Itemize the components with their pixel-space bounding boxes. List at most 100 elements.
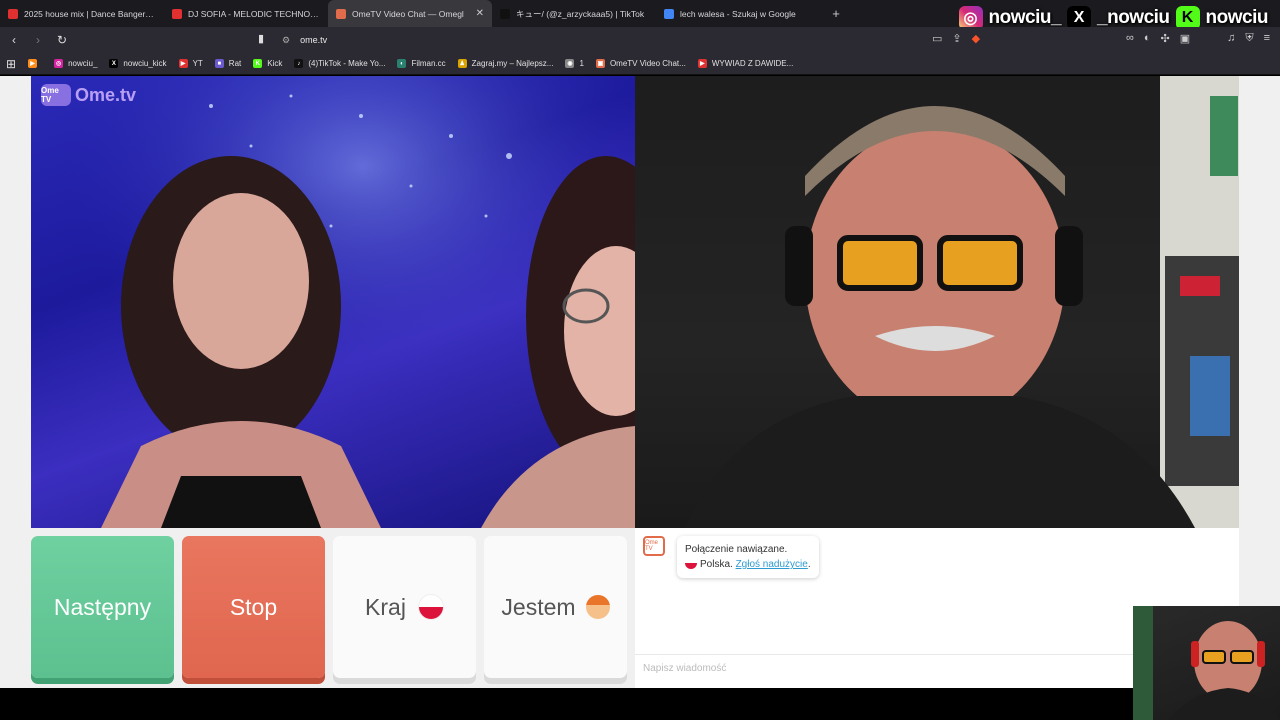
youtube-icon	[8, 8, 18, 19]
bookmark-favicon-icon: ■	[214, 59, 224, 68]
vpn-icon[interactable]: ∞	[1126, 32, 1134, 45]
bookmark-favicon-icon: ▣	[595, 59, 605, 68]
gender-button-label: Jestem	[501, 593, 576, 620]
self-video-scene	[685, 76, 1239, 528]
bookmark-favicon-icon: ◐	[397, 59, 407, 68]
toolbar-right: ♫ ⛨ ≡	[1227, 32, 1270, 45]
report-abuse-link[interactable]: Zgłoś nadużycie	[736, 559, 808, 570]
bookmark-label: Filman.cc	[411, 59, 446, 68]
bookmark-label: OmeTV Video Chat...	[609, 59, 686, 68]
country-line: Polska. Zgłoś nadużycie.	[685, 557, 811, 572]
google-icon	[664, 8, 674, 19]
bookmark-favicon-icon: ◎	[54, 59, 64, 68]
bookmark-favicon-icon: X	[109, 59, 119, 68]
stop-button[interactable]: Stop	[182, 536, 325, 678]
report-end: .	[807, 559, 811, 570]
country-button[interactable]: Kraj	[333, 536, 476, 678]
bookmark-item[interactable]: K Kick	[253, 59, 282, 68]
bookmark-item[interactable]: ♟ Zagraj.my – Najlepsz...	[457, 59, 554, 68]
next-button[interactable]: Następny	[31, 536, 174, 678]
ometv-page: Ome TV Ome.tv Następny Stop Kraj Jestem	[0, 76, 1280, 688]
wallet-icon[interactable]: ◐	[1144, 32, 1151, 45]
back-icon[interactable]: ‹	[4, 33, 24, 47]
shield-icon[interactable]: ⛨	[1245, 32, 1253, 45]
tab-title: キュー/ (@z_arzyckaaa5) | TikTok	[516, 8, 645, 19]
tab[interactable]: 2025 house mix | Dance Bangers - Yo	[0, 0, 164, 27]
bookmark-item[interactable]: ■ Rat	[214, 59, 242, 68]
bookmark-item[interactable]: ♪ (4)TikTok - Make Yo...	[294, 59, 385, 68]
connection-message: Połączenie nawiązane. Polska. Zgłoś nadu…	[677, 536, 819, 578]
x-handle: _nowciu	[1097, 7, 1170, 28]
music-icon[interactable]: ♫	[1227, 32, 1235, 45]
new-tab-button[interactable]: +	[826, 6, 846, 21]
poland-flag-icon	[417, 594, 444, 620]
ometv-logo-text: Ome.tv	[75, 84, 137, 105]
tab-title: OmeTV Video Chat — Omegl	[352, 8, 464, 19]
bookmark-item[interactable]: ▶ YT	[178, 59, 203, 68]
toolbar-extensions: ∞ ◐ ✣ ▣	[1126, 32, 1190, 45]
connected-text: Połączenie nawiązane.	[685, 544, 788, 555]
share-icon[interactable]: ⇪	[952, 32, 961, 45]
bookmark-icon[interactable]: ▮	[258, 32, 264, 45]
poland-flag-icon	[685, 557, 697, 569]
close-tab-icon[interactable]: ✕	[476, 8, 484, 19]
url-actions: ▭ ⇪ ◆	[932, 32, 980, 45]
tab[interactable]: DJ SOFIA - MELODIC TECHNO & FU	[164, 0, 328, 27]
bookmark-item[interactable]: ◐ Filman.cc	[397, 59, 446, 68]
bookmarks-bar: ⊞ ▶ ◎ nowciu_ Xnowciu_kick ▶ YT ■ Rat K Kick ♪ (4)T…	[0, 53, 1280, 75]
bookmark-favicon-icon: ♟	[457, 59, 467, 68]
bookmark-favicon-icon: ▶	[28, 59, 38, 68]
bookmark-favicon-icon: ◉	[565, 59, 575, 68]
tab-title: DJ SOFIA - MELODIC TECHNO & FU	[188, 8, 320, 19]
instagram-handle: nowciu_	[988, 7, 1062, 28]
tab-title: 2025 house mix | Dance Bangers - Yo	[24, 8, 156, 19]
self-video	[635, 76, 1239, 528]
stop-button-label: Stop	[229, 593, 278, 620]
apps-icon[interactable]: ⊞	[6, 57, 16, 71]
menu-icon[interactable]: ≡	[1264, 32, 1270, 45]
bookmark-favicon-icon: ♪	[294, 59, 304, 68]
webcam-overlay-scene	[1133, 606, 1280, 720]
bookmark-label: nowciu_kick	[123, 59, 167, 68]
url-bar[interactable]: ⚙ ome.tv	[282, 31, 982, 49]
bookmark-favicon-icon: ▶	[697, 59, 707, 68]
bookmark-item[interactable]: ▶ WYWIAD Z DAWIDE...	[697, 59, 794, 68]
ometv-logo-icon: Ome TV	[41, 84, 71, 106]
gender-button[interactable]: Jestem	[484, 536, 627, 678]
screen-icon[interactable]: ▭	[932, 32, 942, 45]
bookmark-favicon-icon: K	[253, 59, 263, 68]
bookmark-label: WYWIAD Z DAWIDE...	[711, 59, 794, 68]
address-toolbar: ‹ › ↻ ▮ ⚙ ome.tv ▭ ⇪ ◆ ∞ ◐ ✣ ▣ ♫ ⛨ ≡	[0, 27, 1280, 53]
ometv-logo: Ome TV Ome.tv	[41, 84, 136, 106]
ometv-chat-icon: Ome TV	[643, 536, 665, 556]
webcam-overlay	[1133, 606, 1280, 720]
country-button-label: Kraj	[365, 593, 406, 620]
bookmark-item[interactable]: ▣ OmeTV Video Chat...	[595, 59, 686, 68]
bookmark-label: Kick	[267, 59, 283, 68]
sidebar-icon[interactable]: ▣	[1180, 32, 1190, 45]
next-button-label: Następny	[53, 593, 152, 620]
bookmark-label: Zagraj.my – Najlepsz...	[471, 59, 554, 68]
bookmark-item[interactable]: ◉ 1	[565, 59, 584, 68]
bookmark-label: Rat	[228, 59, 242, 68]
extensions-icon[interactable]: ✣	[1161, 32, 1170, 45]
country-name: Polska.	[700, 559, 733, 570]
boy-emoji-icon	[585, 595, 610, 619]
forward-icon[interactable]: ›	[28, 33, 48, 47]
tiktok-icon	[500, 8, 510, 19]
kick-handle: nowciu	[1205, 7, 1269, 28]
youtube-icon	[172, 8, 182, 19]
site-info-icon[interactable]: ⚙	[282, 35, 290, 46]
tab[interactable]: lech walesa - Szukaj w Google	[656, 0, 820, 27]
tab-active[interactable]: OmeTV Video Chat — Omegl ✕	[328, 0, 492, 27]
bookmark-favicon-icon: ▶	[178, 59, 188, 68]
bookmark-item[interactable]: ▶	[28, 59, 42, 68]
bookmark-label: (4)TikTok - Make Yo...	[308, 59, 386, 68]
tab[interactable]: キュー/ (@z_arzyckaaa5) | TikTok	[492, 0, 656, 27]
tab-title: lech walesa - Szukaj w Google	[680, 8, 796, 19]
brave-shield-icon[interactable]: ◆	[972, 32, 980, 45]
bookmark-item[interactable]: Xnowciu_kick	[109, 59, 167, 68]
reload-icon[interactable]: ↻	[52, 33, 72, 47]
bookmark-item[interactable]: ◎ nowciu_	[54, 59, 97, 68]
url-text: ome.tv	[300, 35, 328, 45]
